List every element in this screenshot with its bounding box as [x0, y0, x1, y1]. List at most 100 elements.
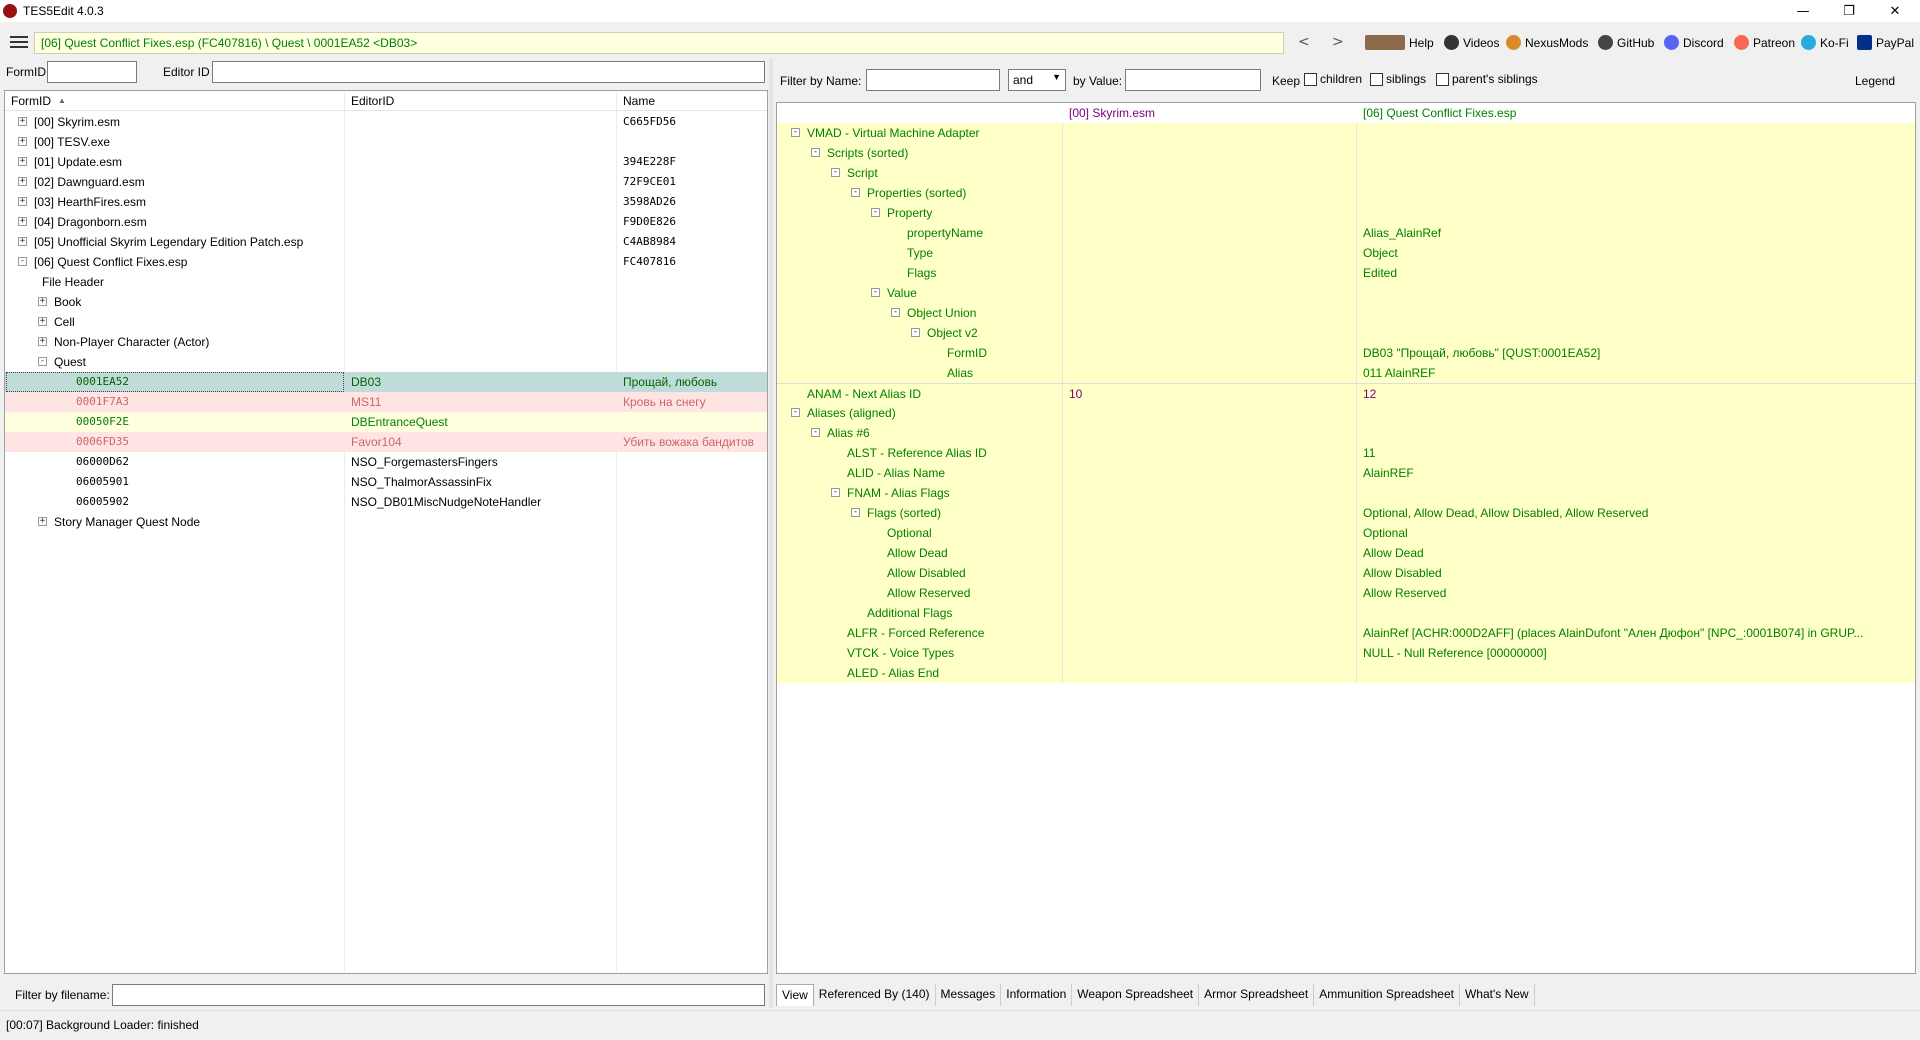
col-name[interactable]: Name	[623, 94, 655, 108]
tab-what-s-new[interactable]: What's New	[1460, 984, 1535, 1006]
tab-referenced-by-140[interactable]: Referenced By (140)	[814, 984, 936, 1006]
patreon-link[interactable]: Patreon	[1734, 35, 1795, 50]
tree-row[interactable]: 0006FD35 Favor104 Убить вожака бандитов	[5, 432, 767, 452]
expand-icon[interactable]: +	[38, 297, 47, 306]
view-row[interactable]: ANAM - Next Alias ID 10 12	[777, 383, 1915, 404]
kofi-link[interactable]: Ko-Fi	[1801, 35, 1849, 50]
tree-row[interactable]: File Header	[5, 272, 767, 292]
view-row[interactable]: - Aliases (aligned)	[777, 403, 1915, 423]
tree-row[interactable]: + Cell	[5, 312, 767, 332]
collapse-icon[interactable]: -	[851, 508, 860, 517]
tree-row[interactable]: - Quest	[5, 352, 767, 372]
tree-row[interactable]: + Non-Player Character (Actor)	[5, 332, 767, 352]
close-button[interactable]: ✕	[1872, 0, 1918, 22]
view-row[interactable]: Additional Flags	[777, 603, 1915, 623]
view-row[interactable]: - Object Union	[777, 303, 1915, 323]
view-row[interactable]: Type Object	[777, 243, 1915, 263]
tree-row[interactable]: 06000D62 NSO_ForgemastersFingers	[5, 452, 767, 472]
collapse-icon[interactable]: -	[811, 428, 820, 437]
keep-siblings-checkbox[interactable]: siblings	[1370, 72, 1426, 87]
view-row[interactable]: VTCK - Voice Types NULL - Null Reference …	[777, 643, 1915, 663]
github-link[interactable]: GitHub	[1598, 35, 1654, 50]
collapse-icon[interactable]: -	[871, 208, 880, 217]
view-row[interactable]: - Property	[777, 203, 1915, 223]
collapse-icon[interactable]: -	[831, 168, 840, 177]
operator-select[interactable]: and ▼	[1008, 69, 1066, 91]
tree-row[interactable]: + [05] Unofficial Skyrim Legendary Editio…	[5, 232, 767, 252]
tab-view[interactable]: View	[776, 984, 814, 1006]
view-row[interactable]: Allow Dead Allow Dead	[777, 543, 1915, 563]
minimize-button[interactable]: —	[1780, 0, 1826, 22]
view-row[interactable]: - FNAM - Alias Flags	[777, 483, 1915, 503]
filter-filename-input[interactable]	[112, 984, 765, 1006]
paypal-link[interactable]: PayPal	[1857, 35, 1914, 50]
expand-icon[interactable]: +	[18, 217, 27, 226]
tree-row[interactable]: + [01] Update.esm 394E228F	[5, 152, 767, 172]
menu-icon[interactable]	[10, 36, 28, 50]
collapse-icon[interactable]: -	[811, 148, 820, 157]
collapse-icon[interactable]: -	[791, 408, 800, 417]
view-row[interactable]: - Script	[777, 163, 1915, 183]
tree-row[interactable]: + [04] Dragonborn.esm F9D0E826	[5, 212, 767, 232]
record-tree[interactable]: FormID ▲ EditorID Name + [00] Skyrim.esm C…	[4, 90, 768, 974]
view-row[interactable]: Allow Reserved Allow Reserved	[777, 583, 1915, 603]
col-formid[interactable]: FormID	[11, 94, 51, 108]
expand-icon[interactable]: +	[38, 317, 47, 326]
tab-armor-spreadsheet[interactable]: Armor Spreadsheet	[1199, 984, 1315, 1006]
tab-messages[interactable]: Messages	[936, 984, 1002, 1006]
view-row[interactable]: Optional Optional	[777, 523, 1915, 543]
help-link[interactable]: Help	[1365, 35, 1434, 50]
collapse-icon[interactable]: -	[851, 188, 860, 197]
tree-row[interactable]: + [03] HearthFires.esm 3598AD26	[5, 192, 767, 212]
tree-row[interactable]: + [00] Skyrim.esm C665FD56	[5, 112, 767, 132]
tree-row[interactable]: + Book	[5, 292, 767, 312]
tree-row[interactable]: 0001F7A3 MS11 Кровь на снегу	[5, 392, 767, 412]
view-row[interactable]: ALID - Alias Name AlainREF	[777, 463, 1915, 483]
filter-name-input[interactable]	[866, 69, 1000, 91]
collapse-icon[interactable]: -	[831, 488, 840, 497]
view-row[interactable]: Allow Disabled Allow Disabled	[777, 563, 1915, 583]
record-view-grid[interactable]: [00] Skyrim.esm [06] Quest Conflict Fixe…	[776, 102, 1916, 974]
collapse-icon[interactable]: -	[891, 308, 900, 317]
tree-row[interactable]: + [00] TESV.exe	[5, 132, 767, 152]
collapse-icon[interactable]: -	[911, 328, 920, 337]
expand-icon[interactable]: +	[18, 137, 27, 146]
view-row[interactable]: ALFR - Forced Reference AlainRef [ACHR:00…	[777, 623, 1915, 643]
expand-icon[interactable]: +	[18, 237, 27, 246]
view-row[interactable]: - Scripts (sorted)	[777, 143, 1915, 163]
legend-button[interactable]: Legend	[1855, 74, 1895, 88]
filter-value-input[interactable]	[1125, 69, 1261, 91]
discord-link[interactable]: Discord	[1664, 35, 1724, 50]
restore-button[interactable]: ❐	[1826, 0, 1872, 22]
tree-row[interactable]: + Story Manager Quest Node	[5, 512, 767, 532]
expand-icon[interactable]: +	[38, 337, 47, 346]
expand-icon[interactable]: +	[18, 177, 27, 186]
view-row[interactable]: - Flags (sorted) Optional, Allow Dead, All…	[777, 503, 1915, 523]
editorid-input[interactable]	[212, 61, 765, 83]
nexusmods-link[interactable]: NexusMods	[1506, 35, 1588, 50]
forward-arrow-icon[interactable]: >	[1332, 34, 1344, 50]
view-row[interactable]: - Value	[777, 283, 1915, 303]
expand-icon[interactable]: +	[18, 197, 27, 206]
tree-row[interactable]: - [06] Quest Conflict Fixes.esp FC407816	[5, 252, 767, 272]
collapse-icon[interactable]: -	[18, 257, 27, 266]
expand-icon[interactable]: +	[38, 517, 47, 526]
tree-row[interactable]: + [02] Dawnguard.esm 72F9CE01	[5, 172, 767, 192]
videos-link[interactable]: Videos	[1444, 35, 1499, 50]
view-row[interactable]: - Properties (sorted)	[777, 183, 1915, 203]
expand-icon[interactable]: +	[18, 157, 27, 166]
view-row[interactable]: - VMAD - Virtual Machine Adapter	[777, 123, 1915, 143]
expand-icon[interactable]: +	[18, 117, 27, 126]
tree-row[interactable]: 06005901 NSO_ThalmorAssassinFix	[5, 472, 767, 492]
view-row[interactable]: - Alias #6	[777, 423, 1915, 443]
formid-input[interactable]	[47, 61, 137, 83]
view-row[interactable]: - Object v2	[777, 323, 1915, 343]
view-row[interactable]: Alias 011 AlainREF	[777, 363, 1915, 383]
tree-row[interactable]: 0001EA52 DB03 Прощай, любовь	[5, 372, 767, 392]
view-row[interactable]: ALED - Alias End	[777, 663, 1915, 683]
col-editorid[interactable]: EditorID	[351, 94, 394, 108]
collapse-icon[interactable]: -	[38, 357, 47, 366]
tab-weapon-spreadsheet[interactable]: Weapon Spreadsheet	[1072, 984, 1200, 1006]
tab-ammunition-spreadsheet[interactable]: Ammunition Spreadsheet	[1314, 984, 1460, 1006]
view-row[interactable]: ALST - Reference Alias ID 11	[777, 443, 1915, 463]
